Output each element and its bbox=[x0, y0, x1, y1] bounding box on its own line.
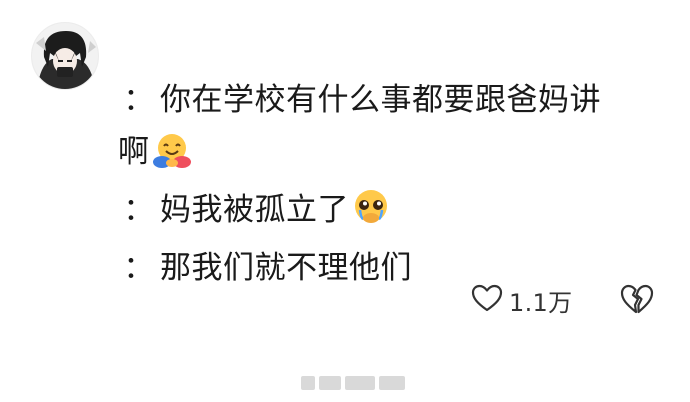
comment-text: ：你在学校有什么事都要跟爸妈讲 啊 ：妈我被孤立了 ： 那我们就不理他们 bbox=[118, 74, 658, 294]
comment-line: ：妈我被孤立了 bbox=[118, 184, 658, 242]
broken-heart-icon bbox=[620, 284, 654, 319]
like-count: 1.1万 bbox=[509, 288, 573, 317]
watermark-block bbox=[379, 376, 405, 390]
colon-prefix: ： bbox=[123, 250, 155, 286]
colon-prefix: ： bbox=[123, 192, 155, 228]
line-text: 妈我被孤立了 bbox=[160, 192, 349, 228]
dislike-button[interactable] bbox=[620, 283, 654, 317]
avatar-image bbox=[32, 23, 98, 89]
watermark-block bbox=[345, 376, 375, 390]
avatar[interactable] bbox=[31, 22, 99, 90]
comment-line: ：那我们就不理他们 bbox=[118, 242, 658, 294]
pleading-face-emoji-icon bbox=[351, 188, 391, 242]
hugging-face-emoji-icon bbox=[152, 132, 192, 184]
heart-outline-icon bbox=[471, 283, 503, 317]
watermark-block bbox=[319, 376, 341, 390]
line-text: 你在学校有什么事都要跟爸妈讲 bbox=[160, 82, 601, 118]
comment-line: 啊 bbox=[118, 126, 658, 184]
like-button[interactable]: 1.1万 bbox=[471, 283, 572, 317]
watermark-block bbox=[301, 376, 315, 390]
line-text: 啊 bbox=[118, 134, 150, 170]
colon-prefix: ： bbox=[123, 82, 155, 118]
comment-line: ：你在学校有什么事都要跟爸妈讲 bbox=[118, 74, 658, 126]
line-text: 那我们就不理他们 bbox=[160, 250, 412, 286]
watermark bbox=[301, 375, 405, 391]
